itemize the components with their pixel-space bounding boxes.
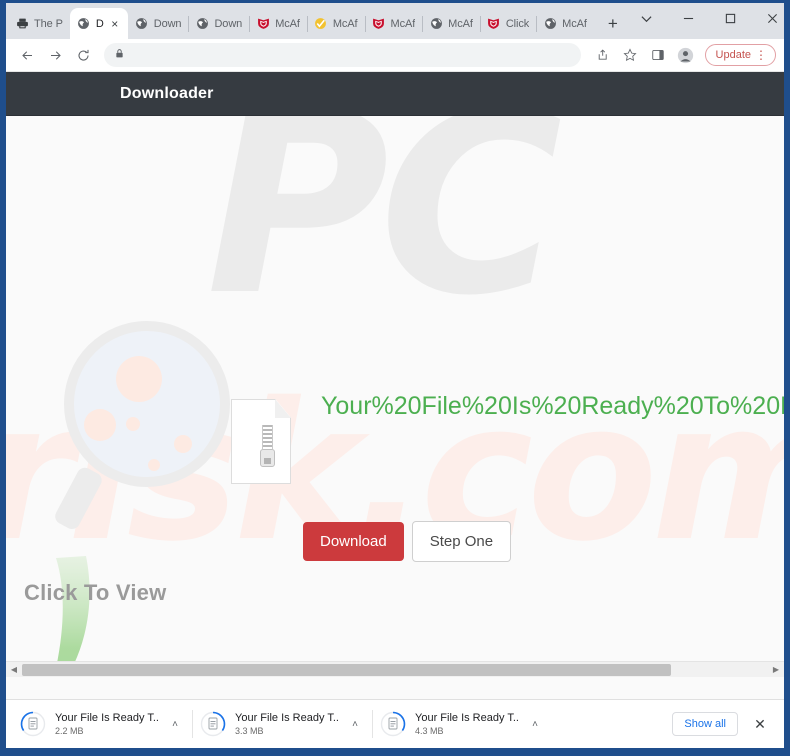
download-item-menu-chevron-up-icon[interactable]: ˄ — [348, 719, 362, 730]
download-item-text: Your File Is Ready T....iso 2.2 MB — [55, 712, 159, 736]
scrollbar-thumb[interactable] — [22, 663, 672, 676]
new-tab-button[interactable]: + — [600, 10, 626, 36]
forward-button[interactable] — [42, 42, 68, 68]
side-panel-icon[interactable] — [645, 42, 671, 68]
green-down-arrow-icon — [56, 556, 90, 677]
browser-tab-9[interactable]: McAf — [536, 8, 594, 39]
zip-file-icon — [231, 399, 291, 484]
download-file-name: Your File Is Ready T....iso — [235, 712, 339, 724]
browser-tab-7[interactable]: McAf — [422, 8, 480, 39]
profile-avatar-icon[interactable] — [673, 42, 699, 68]
browser-tab-3[interactable]: Down — [188, 8, 249, 39]
downloads-shelf: Your File Is Ready T....iso 2.2 MB ˄ You… — [6, 699, 784, 748]
maximize-button[interactable] — [710, 3, 752, 33]
scroll-right-arrow-icon[interactable]: ▶ — [768, 662, 784, 678]
close-downloads-shelf-icon[interactable]: ✕ — [752, 716, 768, 732]
scrollbar-track[interactable] — [22, 662, 768, 678]
minimize-button[interactable] — [668, 3, 710, 33]
tab-label: Down — [153, 17, 182, 30]
magnifier-icon — [52, 321, 234, 532]
star-icon[interactable] — [617, 42, 643, 68]
click-to-view-label: Click To View — [24, 580, 167, 605]
page-viewport: Downloader PC risk.com Your%20File%20Is%… — [6, 72, 784, 699]
download-progress-file-icon — [200, 711, 226, 737]
tab-search-chevron-down-icon[interactable] — [626, 3, 668, 33]
mcafee-shield-icon — [256, 17, 270, 31]
page-title: Downloader — [120, 84, 214, 102]
window-controls — [626, 3, 790, 33]
browser-toolbar: Update ⋮ — [6, 39, 784, 72]
site-header: Downloader — [6, 72, 784, 116]
download-progress-file-icon — [380, 711, 406, 737]
globe-icon — [195, 17, 209, 31]
browser-tab-1[interactable]: D × — [69, 8, 128, 39]
headline-text: Your%20File%20Is%20Ready%20To%20Dow — [321, 392, 784, 420]
browser-tab-6[interactable]: McAf — [364, 8, 423, 39]
tab-label: McAf — [332, 17, 358, 30]
download-item[interactable]: Your File Is Ready T....iso 4.3 MB ˄ — [372, 704, 552, 744]
reload-button[interactable] — [70, 42, 96, 68]
browser-tab-8[interactable]: Click — [479, 8, 536, 39]
browser-window: The P D × Down Down McAf McAf McAf McAf … — [0, 0, 790, 756]
browser-tab-2[interactable]: Down — [128, 8, 189, 39]
share-icon[interactable] — [589, 42, 615, 68]
tab-label: McAf — [390, 17, 416, 30]
globe-icon — [543, 17, 557, 31]
globe-icon — [429, 17, 443, 31]
download-item-menu-chevron-up-icon[interactable]: ˄ — [528, 719, 542, 730]
download-file-size: 3.3 MB — [235, 726, 264, 736]
browser-tab-4[interactable]: McAf — [249, 8, 307, 39]
address-bar[interactable] — [104, 43, 581, 67]
lock-icon — [114, 46, 125, 64]
download-item[interactable]: Your File Is Ready T....iso 2.2 MB ˄ — [12, 704, 192, 744]
download-item-text: Your File Is Ready T....iso 3.3 MB — [235, 712, 339, 736]
tab-label: The P — [34, 17, 63, 30]
download-progress-file-icon — [20, 711, 46, 737]
globe-icon — [77, 17, 91, 31]
tab-label: Down — [214, 17, 243, 30]
tab-label: D — [95, 17, 104, 30]
download-item-menu-chevron-up-icon[interactable]: ˄ — [168, 719, 182, 730]
check-circle-icon — [314, 17, 328, 31]
back-button[interactable] — [14, 42, 40, 68]
mcafee-shield-icon — [372, 17, 386, 31]
update-button[interactable]: Update ⋮ — [704, 44, 776, 66]
download-file-size: 4.3 MB — [415, 726, 444, 736]
action-buttons: Download Step One — [303, 521, 512, 562]
download-item[interactable]: Your File Is Ready T....iso 3.3 MB ˄ — [192, 704, 372, 744]
download-item-text: Your File Is Ready T....iso 4.3 MB — [415, 712, 519, 736]
download-file-name: Your File Is Ready T....iso — [55, 712, 159, 724]
close-window-button[interactable] — [752, 3, 790, 33]
tab-label: McAf — [562, 17, 587, 30]
printer-icon — [15, 17, 29, 31]
close-icon[interactable]: × — [109, 18, 121, 30]
downloads-shelf-actions: Show all ✕ — [672, 712, 778, 736]
tab-label: McAf — [275, 17, 300, 30]
tab-label: McAf — [448, 17, 473, 30]
chrome-menu-icon[interactable]: ⋮ — [755, 49, 767, 61]
watermark-pc-text: PC — [206, 116, 563, 350]
step-one-button[interactable]: Step One — [411, 521, 512, 562]
download-button[interactable]: Download — [303, 522, 404, 561]
tab-label: Click — [505, 17, 530, 30]
page-content: PC risk.com Your%20File%20Is%20Ready%20T… — [6, 116, 784, 677]
download-file-name: Your File Is Ready T....iso — [415, 712, 519, 724]
browser-tab-5[interactable]: McAf — [306, 8, 365, 39]
download-file-size: 2.2 MB — [55, 726, 84, 736]
show-all-downloads-button[interactable]: Show all — [672, 712, 738, 736]
mcafee-shield-icon — [487, 17, 501, 31]
horizontal-scrollbar[interactable]: ◀ ▶ — [6, 661, 784, 677]
globe-icon — [135, 17, 149, 31]
update-label: Update — [715, 49, 751, 61]
scroll-left-arrow-icon[interactable]: ◀ — [6, 662, 22, 678]
browser-tab-0[interactable]: The P — [8, 8, 70, 39]
tab-strip: The P D × Down Down McAf McAf McAf McAf … — [6, 3, 784, 39]
